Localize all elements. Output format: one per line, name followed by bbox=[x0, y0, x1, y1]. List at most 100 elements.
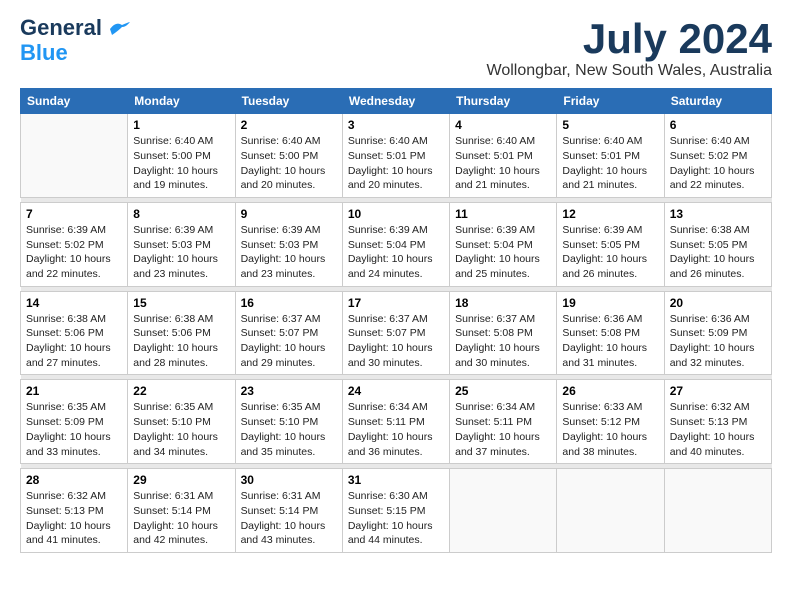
day-cell-8: 8 Sunrise: 6:39 AMSunset: 5:03 PMDaylight… bbox=[128, 202, 235, 286]
day-number: 31 bbox=[348, 473, 444, 487]
day-cell-4: 4 Sunrise: 6:40 AMSunset: 5:01 PMDaylight… bbox=[450, 114, 557, 198]
day-info: Sunrise: 6:37 AMSunset: 5:07 PMDaylight:… bbox=[241, 312, 337, 371]
day-info: Sunrise: 6:39 AMSunset: 5:04 PMDaylight:… bbox=[455, 223, 551, 282]
day-cell-1: 1 Sunrise: 6:40 AMSunset: 5:00 PMDaylight… bbox=[128, 114, 235, 198]
day-cell-3: 3 Sunrise: 6:40 AMSunset: 5:01 PMDaylight… bbox=[342, 114, 449, 198]
day-info: Sunrise: 6:31 AMSunset: 5:14 PMDaylight:… bbox=[133, 489, 229, 548]
day-cell-21: 21Sunrise: 6:35 AMSunset: 5:09 PMDayligh… bbox=[21, 380, 128, 464]
day-cell-19: 19Sunrise: 6:36 AMSunset: 5:08 PMDayligh… bbox=[557, 291, 664, 375]
week-row-4: 21Sunrise: 6:35 AMSunset: 5:09 PMDayligh… bbox=[21, 380, 772, 464]
day-cell-9: 9 Sunrise: 6:39 AMSunset: 5:03 PMDaylight… bbox=[235, 202, 342, 286]
page-container: General Blue July 2024 Wollongbar, New S… bbox=[20, 16, 772, 553]
empty-cell bbox=[557, 469, 664, 553]
day-number: 6 bbox=[670, 118, 766, 132]
empty-cell bbox=[664, 469, 771, 553]
day-info: Sunrise: 6:32 AMSunset: 5:13 PMDaylight:… bbox=[26, 489, 122, 548]
day-number: 2 bbox=[241, 118, 337, 132]
weekday-header-row: SundayMondayTuesdayWednesdayThursdayFrid… bbox=[21, 89, 772, 114]
day-number: 26 bbox=[562, 384, 658, 398]
day-info: Sunrise: 6:39 AMSunset: 5:05 PMDaylight:… bbox=[562, 223, 658, 282]
day-number: 8 bbox=[133, 207, 229, 221]
day-info: Sunrise: 6:40 AMSunset: 5:01 PMDaylight:… bbox=[455, 134, 551, 193]
day-cell-5: 5 Sunrise: 6:40 AMSunset: 5:01 PMDaylight… bbox=[557, 114, 664, 198]
bird-icon bbox=[108, 21, 130, 37]
day-cell-29: 29 Sunrise: 6:31 AMSunset: 5:14 PMDayligh… bbox=[128, 469, 235, 553]
day-cell-10: 10Sunrise: 6:39 AMSunset: 5:04 PMDayligh… bbox=[342, 202, 449, 286]
title-section: July 2024 Wollongbar, New South Wales, A… bbox=[487, 16, 772, 80]
logo-text: General bbox=[20, 16, 130, 40]
day-info: Sunrise: 6:39 AMSunset: 5:03 PMDaylight:… bbox=[241, 223, 337, 282]
week-row-5: 28 Sunrise: 6:32 AMSunset: 5:13 PMDayligh… bbox=[21, 469, 772, 553]
weekday-header-tuesday: Tuesday bbox=[235, 89, 342, 114]
day-cell-11: 11Sunrise: 6:39 AMSunset: 5:04 PMDayligh… bbox=[450, 202, 557, 286]
day-info: Sunrise: 6:38 AMSunset: 5:06 PMDaylight:… bbox=[133, 312, 229, 371]
day-cell-30: 30 Sunrise: 6:31 AMSunset: 5:14 PMDayligh… bbox=[235, 469, 342, 553]
day-cell-14: 14Sunrise: 6:38 AMSunset: 5:06 PMDayligh… bbox=[21, 291, 128, 375]
day-cell-22: 22 Sunrise: 6:35 AMSunset: 5:10 PMDayligh… bbox=[128, 380, 235, 464]
weekday-header-saturday: Saturday bbox=[664, 89, 771, 114]
day-info: Sunrise: 6:36 AMSunset: 5:08 PMDaylight:… bbox=[562, 312, 658, 371]
day-info: Sunrise: 6:37 AMSunset: 5:08 PMDaylight:… bbox=[455, 312, 551, 371]
day-number: 29 bbox=[133, 473, 229, 487]
day-info: Sunrise: 6:32 AMSunset: 5:13 PMDaylight:… bbox=[670, 400, 766, 459]
calendar-table: SundayMondayTuesdayWednesdayThursdayFrid… bbox=[20, 88, 772, 553]
day-cell-24: 24Sunrise: 6:34 AMSunset: 5:11 PMDayligh… bbox=[342, 380, 449, 464]
week-row-3: 14Sunrise: 6:38 AMSunset: 5:06 PMDayligh… bbox=[21, 291, 772, 375]
day-info: Sunrise: 6:35 AMSunset: 5:09 PMDaylight:… bbox=[26, 400, 122, 459]
day-number: 9 bbox=[241, 207, 337, 221]
day-number: 1 bbox=[133, 118, 229, 132]
day-number: 18 bbox=[455, 296, 551, 310]
day-info: Sunrise: 6:34 AMSunset: 5:11 PMDaylight:… bbox=[348, 400, 444, 459]
day-info: Sunrise: 6:31 AMSunset: 5:14 PMDaylight:… bbox=[241, 489, 337, 548]
day-cell-13: 13Sunrise: 6:38 AMSunset: 5:05 PMDayligh… bbox=[664, 202, 771, 286]
day-number: 5 bbox=[562, 118, 658, 132]
day-number: 12 bbox=[562, 207, 658, 221]
week-row-1: 1 Sunrise: 6:40 AMSunset: 5:00 PMDaylight… bbox=[21, 114, 772, 198]
weekday-header-thursday: Thursday bbox=[450, 89, 557, 114]
day-cell-20: 20Sunrise: 6:36 AMSunset: 5:09 PMDayligh… bbox=[664, 291, 771, 375]
day-info: Sunrise: 6:35 AMSunset: 5:10 PMDaylight:… bbox=[241, 400, 337, 459]
empty-cell bbox=[450, 469, 557, 553]
day-number: 16 bbox=[241, 296, 337, 310]
day-number: 28 bbox=[26, 473, 122, 487]
day-info: Sunrise: 6:38 AMSunset: 5:05 PMDaylight:… bbox=[670, 223, 766, 282]
day-info: Sunrise: 6:40 AMSunset: 5:01 PMDaylight:… bbox=[562, 134, 658, 193]
day-info: Sunrise: 6:40 AMSunset: 5:02 PMDaylight:… bbox=[670, 134, 766, 193]
day-cell-7: 7 Sunrise: 6:39 AMSunset: 5:02 PMDaylight… bbox=[21, 202, 128, 286]
location-title: Wollongbar, New South Wales, Australia bbox=[487, 62, 772, 80]
month-title: July 2024 bbox=[487, 16, 772, 62]
day-info: Sunrise: 6:40 AMSunset: 5:00 PMDaylight:… bbox=[241, 134, 337, 193]
day-info: Sunrise: 6:38 AMSunset: 5:06 PMDaylight:… bbox=[26, 312, 122, 371]
logo: General Blue bbox=[20, 16, 130, 66]
day-cell-23: 23Sunrise: 6:35 AMSunset: 5:10 PMDayligh… bbox=[235, 380, 342, 464]
day-number: 4 bbox=[455, 118, 551, 132]
day-cell-31: 31Sunrise: 6:30 AMSunset: 5:15 PMDayligh… bbox=[342, 469, 449, 553]
day-info: Sunrise: 6:39 AMSunset: 5:03 PMDaylight:… bbox=[133, 223, 229, 282]
day-info: Sunrise: 6:40 AMSunset: 5:00 PMDaylight:… bbox=[133, 134, 229, 193]
logo-blue: Blue bbox=[20, 40, 68, 66]
week-row-2: 7 Sunrise: 6:39 AMSunset: 5:02 PMDaylight… bbox=[21, 202, 772, 286]
day-number: 25 bbox=[455, 384, 551, 398]
day-cell-17: 17Sunrise: 6:37 AMSunset: 5:07 PMDayligh… bbox=[342, 291, 449, 375]
day-info: Sunrise: 6:35 AMSunset: 5:10 PMDaylight:… bbox=[133, 400, 229, 459]
day-number: 3 bbox=[348, 118, 444, 132]
day-cell-15: 15 Sunrise: 6:38 AMSunset: 5:06 PMDayligh… bbox=[128, 291, 235, 375]
weekday-header-friday: Friday bbox=[557, 89, 664, 114]
day-info: Sunrise: 6:39 AMSunset: 5:04 PMDaylight:… bbox=[348, 223, 444, 282]
day-number: 15 bbox=[133, 296, 229, 310]
day-cell-16: 16 Sunrise: 6:37 AMSunset: 5:07 PMDayligh… bbox=[235, 291, 342, 375]
day-cell-28: 28 Sunrise: 6:32 AMSunset: 5:13 PMDayligh… bbox=[21, 469, 128, 553]
day-info: Sunrise: 6:33 AMSunset: 5:12 PMDaylight:… bbox=[562, 400, 658, 459]
header: General Blue July 2024 Wollongbar, New S… bbox=[20, 16, 772, 80]
day-info: Sunrise: 6:39 AMSunset: 5:02 PMDaylight:… bbox=[26, 223, 122, 282]
day-number: 30 bbox=[241, 473, 337, 487]
day-cell-27: 27Sunrise: 6:32 AMSunset: 5:13 PMDayligh… bbox=[664, 380, 771, 464]
day-number: 7 bbox=[26, 207, 122, 221]
day-cell-6: 6 Sunrise: 6:40 AMSunset: 5:02 PMDaylight… bbox=[664, 114, 771, 198]
day-cell-12: 12 Sunrise: 6:39 AMSunset: 5:05 PMDayligh… bbox=[557, 202, 664, 286]
day-cell-25: 25 Sunrise: 6:34 AMSunset: 5:11 PMDayligh… bbox=[450, 380, 557, 464]
day-info: Sunrise: 6:40 AMSunset: 5:01 PMDaylight:… bbox=[348, 134, 444, 193]
day-info: Sunrise: 6:34 AMSunset: 5:11 PMDaylight:… bbox=[455, 400, 551, 459]
day-number: 22 bbox=[133, 384, 229, 398]
day-number: 20 bbox=[670, 296, 766, 310]
